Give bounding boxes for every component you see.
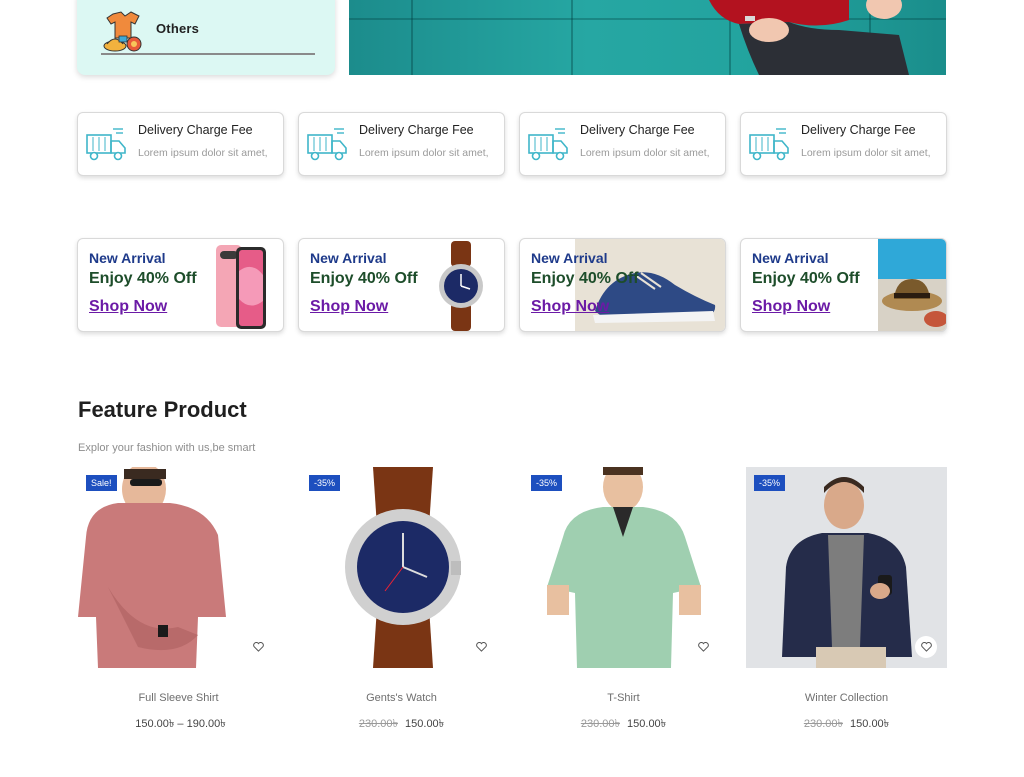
truck-icon [307,128,347,161]
delivery-title: Delivery Charge Fee [801,123,916,137]
promo-tag: New Arrival [531,250,608,266]
promo-offer: Enjoy 40% Off [752,270,860,287]
promo-tag: New Arrival [752,250,829,266]
delivery-title: Delivery Charge Fee [138,123,253,137]
hero-banner-image [349,0,946,75]
shop-now-link[interactable]: Shop Now [310,298,388,316]
watch-image [439,241,483,331]
promo-card-hat[interactable]: New Arrival Enjoy 40% Off Shop Now [740,238,947,332]
promo-card-phone[interactable]: New Arrival Enjoy 40% Off Shop Now [77,238,284,332]
shop-now-link[interactable]: Shop Now [89,298,167,316]
delivery-title: Delivery Charge Fee [359,123,474,137]
delivery-text: Lorem ipsum dolor sit amet, [359,147,489,159]
discount-badge: -35% [754,475,786,491]
delivery-title: Delivery Charge Fee [580,123,695,137]
phone-image [216,245,266,329]
product-card-winter[interactable]: -35% Winter Collection 230.00৳ 150.00৳ [746,467,947,734]
wishlist-heart-icon[interactable] [692,636,714,658]
person-figure [709,0,909,75]
old-price: 230.00৳ [358,718,398,730]
product-name[interactable]: T-Shirt [523,692,724,704]
product-card-watch[interactable]: -35% Gents's Watch 230.00৳ 150.00৳ [301,467,502,734]
clothes-icon [103,11,142,52]
truck-icon [749,128,789,161]
old-price: 230.00৳ [803,718,843,730]
delivery-text: Lorem ipsum dolor sit amet, [580,147,710,159]
product-image[interactable]: -35% [301,467,502,668]
promo-offer: Enjoy 40% Off [531,270,639,287]
delivery-text: Lorem ipsum dolor sit amet, [801,147,931,159]
category-underline [101,53,315,55]
product-price: 230.00৳ 150.00৳ [746,715,947,734]
old-price: 230.00৳ [580,718,620,730]
section-title: Feature Product [78,397,247,422]
truck-icon [86,128,126,161]
promo-offer: Enjoy 40% Off [310,270,418,287]
current-price: 150.00৳ – 190.00৳ [135,718,226,730]
sale-badge: Sale! [86,475,117,491]
current-price: 150.00৳ [627,718,667,730]
current-price: 150.00৳ [850,718,890,730]
promo-tag: New Arrival [89,250,166,266]
product-price: 230.00৳ 150.00৳ [523,715,724,734]
delivery-card-3: Delivery Charge Fee Lorem ipsum dolor si… [519,112,726,176]
category-card-others[interactable]: Others [77,0,335,75]
product-price: 150.00৳ – 190.00৳ [78,715,279,734]
promo-tag: New Arrival [310,250,387,266]
hat-image [878,239,946,331]
product-card-tshirt[interactable]: -35% T-Shirt 230.00৳ 150.00৳ [523,467,724,734]
promo-offer: Enjoy 40% Off [89,270,197,287]
product-image[interactable]: -35% [523,467,724,668]
product-price: 230.00৳ 150.00৳ [301,715,502,734]
current-price: 150.00৳ [405,718,445,730]
section-subtitle: Explor your fashion with us,be smart [78,442,256,454]
discount-badge: -35% [309,475,341,491]
product-name[interactable]: Winter Collection [746,692,947,704]
shop-now-link[interactable]: Shop Now [531,298,609,316]
promo-card-sneaker[interactable]: New Arrival Enjoy 40% Off Shop Now [519,238,726,332]
product-name[interactable]: Full Sleeve Shirt [78,692,279,704]
category-label: Others [156,21,200,36]
product-image[interactable]: -35% [746,467,947,668]
truck-icon [528,128,568,161]
wishlist-heart-icon[interactable] [247,636,269,658]
shop-now-link[interactable]: Shop Now [752,298,830,316]
product-name[interactable]: Gents's Watch [301,692,502,704]
wishlist-heart-icon[interactable] [915,636,937,658]
delivery-card-4: Delivery Charge Fee Lorem ipsum dolor si… [740,112,947,176]
discount-badge: -35% [531,475,563,491]
wishlist-heart-icon[interactable] [470,636,492,658]
product-card-shirt[interactable]: Sale! Full Sleeve Shirt 150.00৳ – 190.00… [78,467,279,734]
product-image[interactable]: Sale! [78,467,279,668]
delivery-card-2: Delivery Charge Fee Lorem ipsum dolor si… [298,112,505,176]
delivery-card-1: Delivery Charge Fee Lorem ipsum dolor si… [77,112,284,176]
delivery-text: Lorem ipsum dolor sit amet, [138,147,268,159]
promo-card-watch[interactable]: New Arrival Enjoy 40% Off Shop Now [298,238,505,332]
